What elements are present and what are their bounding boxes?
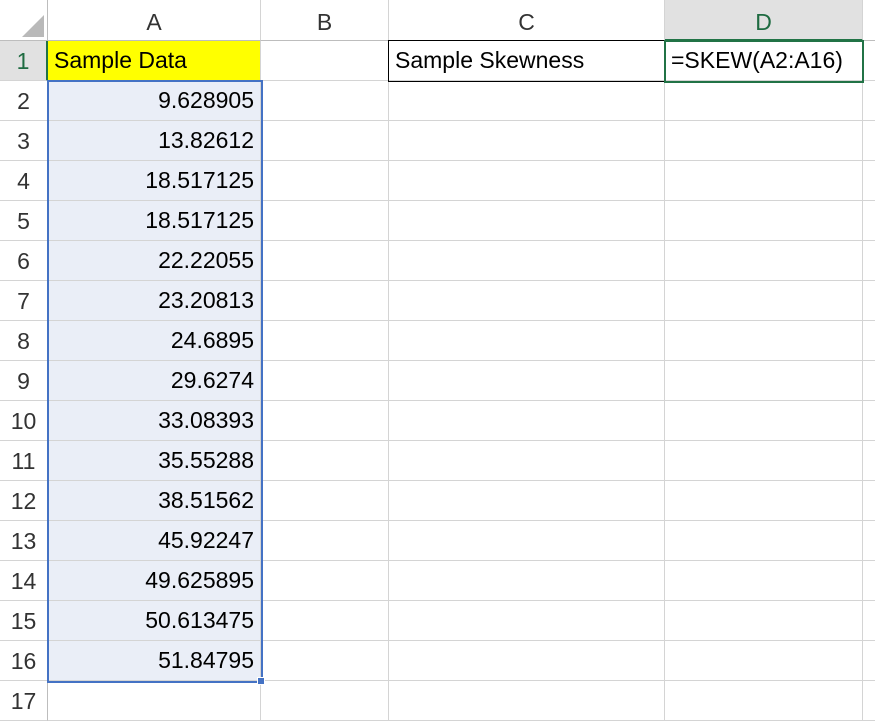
cell-a3[interactable]: 13.82612: [48, 121, 261, 161]
row-header-8[interactable]: 8: [0, 321, 48, 361]
row-header-16[interactable]: 16: [0, 641, 48, 681]
column-header-c[interactable]: C: [389, 0, 665, 41]
row-header-5[interactable]: 5: [0, 201, 48, 241]
row-header-4[interactable]: 4: [0, 161, 48, 201]
cell-a4[interactable]: 18.517125: [48, 161, 261, 201]
row-header-3[interactable]: 3: [0, 121, 48, 161]
cell-a5[interactable]: 18.517125: [48, 201, 261, 241]
range-fill-handle[interactable]: [257, 677, 265, 685]
cell-d1[interactable]: =SKEW(A2:A16): [665, 41, 863, 81]
row-header-15[interactable]: 15: [0, 601, 48, 641]
row-header-2[interactable]: 2: [0, 81, 48, 121]
select-all-corner[interactable]: [0, 0, 48, 41]
empty-grid-area[interactable]: [261, 81, 875, 721]
cell-a10[interactable]: 33.08393: [48, 401, 261, 441]
cell-a17[interactable]: [48, 681, 261, 721]
row-header-10[interactable]: 10: [0, 401, 48, 441]
row-header-11[interactable]: 11: [0, 441, 48, 481]
cell-a6[interactable]: 22.22055: [48, 241, 261, 281]
column-header-e-partial[interactable]: [863, 0, 875, 41]
cell-a16[interactable]: 51.84795: [48, 641, 261, 681]
cell-a8[interactable]: 24.6895: [48, 321, 261, 361]
row-header-9[interactable]: 9: [0, 361, 48, 401]
row-header-17[interactable]: 17: [0, 681, 48, 721]
cell-a7[interactable]: 23.20813: [48, 281, 261, 321]
cell-a1[interactable]: Sample Data: [48, 41, 261, 81]
cell-b1[interactable]: [261, 41, 389, 81]
column-header-d[interactable]: D: [665, 0, 863, 41]
row-header-13[interactable]: 13: [0, 521, 48, 561]
row-header-14[interactable]: 14: [0, 561, 48, 601]
cell-c1[interactable]: Sample Skewness: [389, 41, 665, 81]
cell-a12[interactable]: 38.51562: [48, 481, 261, 521]
select-all-triangle-icon: [22, 15, 44, 37]
column-header-a[interactable]: A: [48, 0, 261, 41]
cell-a11[interactable]: 35.55288: [48, 441, 261, 481]
column-header-b[interactable]: B: [261, 0, 389, 41]
cell-a13[interactable]: 45.92247: [48, 521, 261, 561]
row-header-1[interactable]: 1: [0, 41, 48, 81]
spreadsheet-grid[interactable]: A B C D 1 2 3 4 5 6 7 8 9 10 11 12 13 14…: [0, 0, 875, 721]
row-header-12[interactable]: 12: [0, 481, 48, 521]
row-header-7[interactable]: 7: [0, 281, 48, 321]
cell-e1[interactable]: [863, 41, 875, 81]
row-header-6[interactable]: 6: [0, 241, 48, 281]
cell-a2[interactable]: 9.628905: [48, 81, 261, 121]
cell-a15[interactable]: 50.613475: [48, 601, 261, 641]
cell-a14[interactable]: 49.625895: [48, 561, 261, 601]
cell-a9[interactable]: 29.6274: [48, 361, 261, 401]
